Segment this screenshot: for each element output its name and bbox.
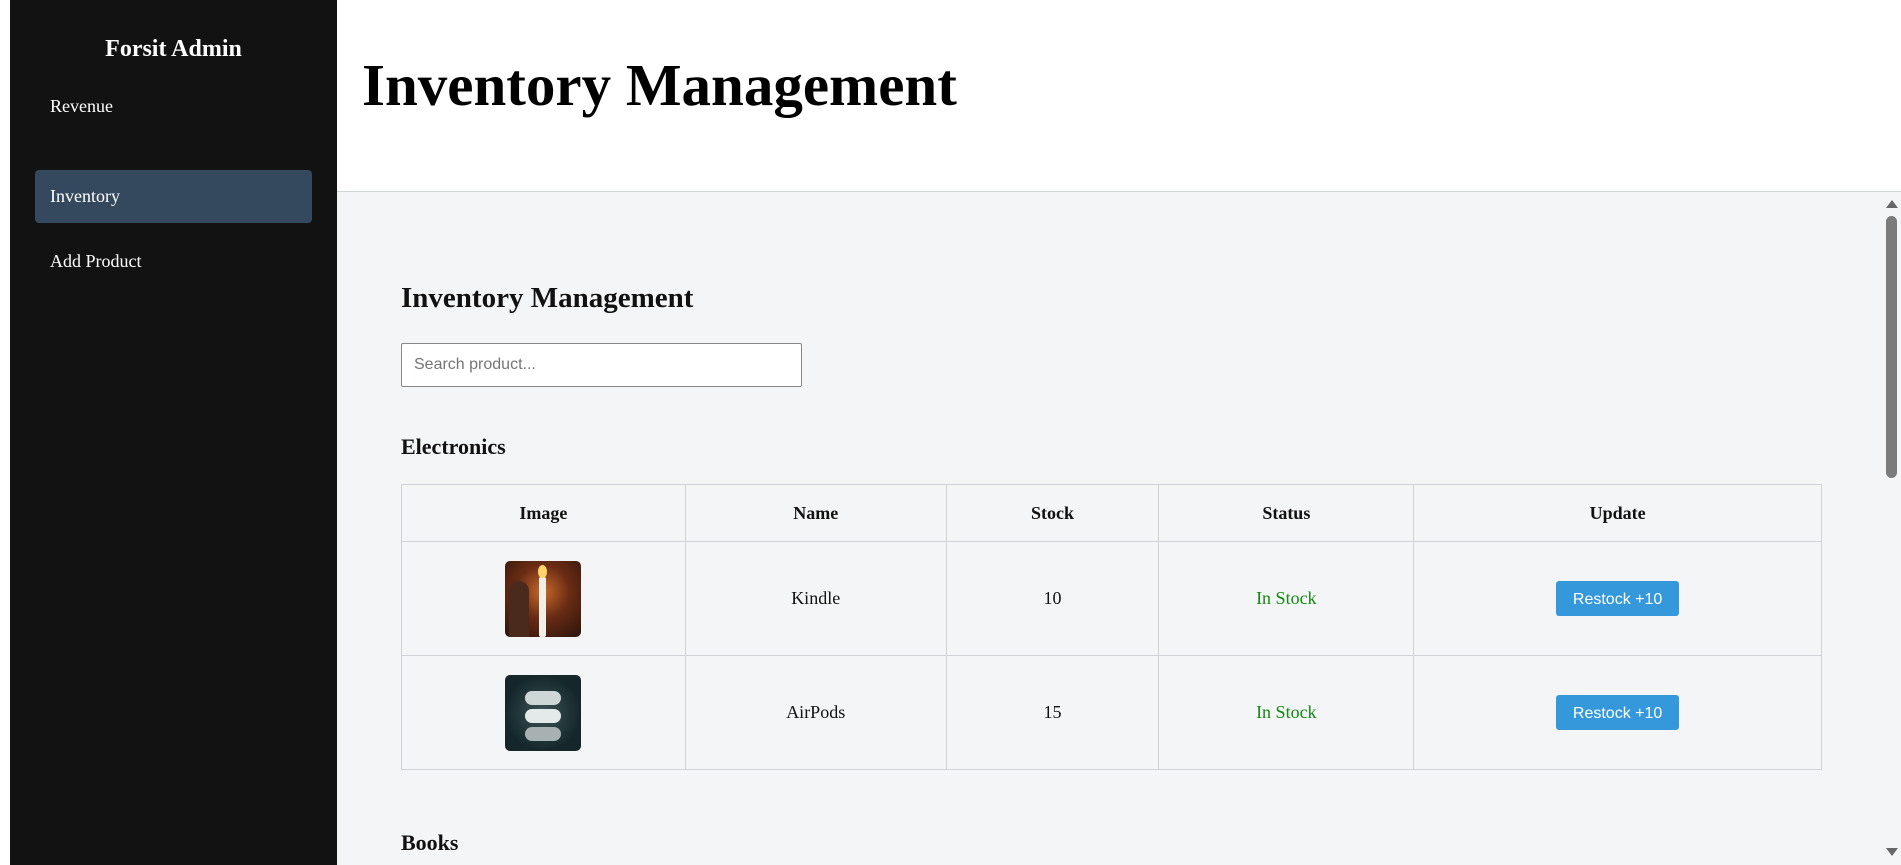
- section-title: Inventory Management: [401, 282, 694, 314]
- brand-title: Forsit Admin: [105, 36, 242, 62]
- restock-button-airpods[interactable]: Restock +10: [1556, 695, 1680, 730]
- status-text: In Stock: [1158, 541, 1415, 656]
- product-stock: 10: [945, 541, 1160, 656]
- image-cell: [401, 655, 686, 770]
- column-header-name: Name: [684, 484, 947, 542]
- table-header-row: Image Name Stock Status Update: [401, 484, 1822, 542]
- product-image-airpods: [505, 674, 582, 751]
- scroll-up-arrow-icon[interactable]: [1886, 200, 1898, 208]
- category-title-electronics: Electronics: [401, 434, 506, 459]
- vertical-scrollbar[interactable]: [1882, 192, 1901, 865]
- inventory-table: Image Name Stock Status Update Kindle 10…: [401, 484, 1822, 770]
- update-cell: Restock +10: [1413, 541, 1822, 656]
- search-input[interactable]: [401, 343, 802, 387]
- page-header: Inventory Management: [337, 0, 1901, 192]
- table-row: AirPods 15 In Stock Restock +10: [401, 655, 1822, 770]
- column-header-update: Update: [1413, 484, 1822, 542]
- window-edge: [0, 0, 10, 865]
- sidebar-item-inventory[interactable]: Inventory: [35, 170, 312, 223]
- column-header-image: Image: [401, 484, 686, 542]
- main-content: Inventory Management Electronics Image N…: [337, 192, 1882, 865]
- sidebar: Forsit Admin Revenue Inventory Add Produ…: [10, 0, 337, 865]
- column-header-stock: Stock: [945, 484, 1160, 542]
- image-cell: [401, 541, 686, 656]
- category-title-books: Books: [401, 830, 459, 855]
- sidebar-item-revenue[interactable]: Revenue: [35, 80, 312, 133]
- product-name: AirPods: [684, 655, 947, 770]
- sidebar-item-add-product[interactable]: Add Product: [35, 235, 312, 288]
- page-title: Inventory Management: [362, 52, 957, 118]
- product-stock: 15: [945, 655, 1160, 770]
- scroll-down-arrow-icon[interactable]: [1886, 848, 1898, 856]
- restock-button-kindle[interactable]: Restock +10: [1556, 581, 1680, 616]
- product-name: Kindle: [684, 541, 947, 656]
- column-header-status: Status: [1158, 484, 1415, 542]
- scrollbar-thumb[interactable]: [1886, 216, 1897, 478]
- product-image-kindle: [505, 560, 582, 637]
- status-text: In Stock: [1158, 655, 1415, 770]
- update-cell: Restock +10: [1413, 655, 1822, 770]
- table-row: Kindle 10 In Stock Restock +10: [401, 541, 1822, 656]
